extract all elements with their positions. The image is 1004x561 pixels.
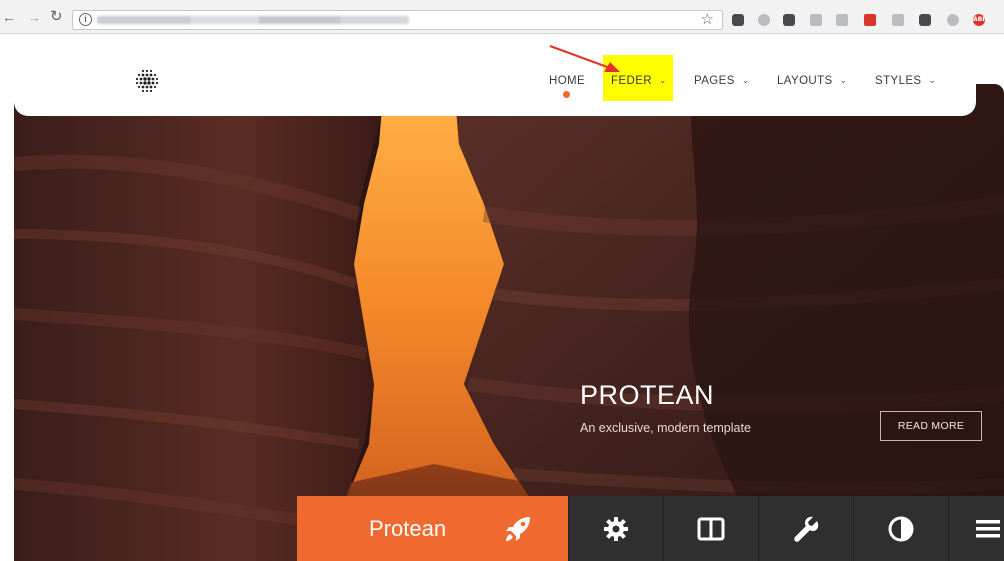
menu-button[interactable]	[948, 496, 1004, 561]
nav-item-layouts[interactable]: LAYOUTS ⌄	[777, 75, 848, 87]
adblock-plus-icon[interactable]: ABP	[973, 14, 987, 26]
hero-section: PROTEAN An exclusive, modern template RE…	[14, 84, 1004, 561]
wrench-icon	[794, 516, 819, 542]
layout-button[interactable]	[663, 496, 758, 561]
extension-icon[interactable]	[892, 14, 904, 26]
contrast-button[interactable]	[853, 496, 948, 561]
extension-icon[interactable]	[864, 14, 876, 26]
contrast-icon	[888, 516, 914, 541]
blurred-url	[97, 16, 409, 24]
extension-icon[interactable]	[919, 14, 931, 26]
menu-icon	[976, 519, 1000, 537]
info-icon[interactable]: i	[79, 13, 92, 26]
canyon-image	[14, 84, 1004, 561]
nav-item-styles[interactable]: STYLES ⌄	[875, 75, 936, 87]
chevron-down-icon: ⌄	[839, 75, 848, 85]
hero-subtitle: An exclusive, modern template	[580, 421, 751, 435]
rocket-icon	[506, 517, 530, 541]
forward-arrow-icon[interactable]: →	[27, 9, 41, 25]
browser-toolbar: ← → ↻ i ☆ ABP	[0, 0, 1004, 34]
nav-item-label: LAYOUTS	[777, 75, 833, 87]
reload-icon[interactable]: ↻	[50, 9, 63, 25]
nav-item-label: PAGES	[694, 75, 735, 87]
extension-icon[interactable]	[810, 14, 822, 26]
back-arrow-icon[interactable]: ←	[2, 9, 16, 25]
extension-icon[interactable]	[947, 14, 959, 26]
chevron-down-icon: ⌄	[741, 75, 750, 85]
address-bar[interactable]: i ☆	[72, 10, 723, 30]
extension-icon[interactable]	[836, 14, 848, 26]
site-header: HOME FEDER ⌄ PAGES ⌄ LAYOUTS ⌄ STYLES ⌄	[14, 40, 976, 116]
tools-button[interactable]	[758, 496, 853, 561]
hero-title: PROTEAN	[580, 380, 715, 410]
chevron-down-icon: ⌄	[928, 75, 937, 85]
brand-button[interactable]: Protean	[297, 496, 568, 561]
chevron-down-icon: ⌄	[658, 75, 667, 85]
pocket-icon[interactable]	[732, 14, 744, 26]
star-icon[interactable]: ☆	[701, 11, 714, 29]
columns-icon	[697, 517, 725, 540]
active-indicator	[563, 91, 570, 98]
gear-icon	[604, 516, 628, 541]
dot-grid-logo-icon[interactable]	[134, 68, 160, 94]
annotation-arrow-icon	[549, 45, 620, 72]
nav-item-label: STYLES	[875, 75, 922, 87]
settings-button[interactable]	[568, 496, 663, 561]
extension-icon[interactable]	[783, 14, 795, 26]
extension-icon[interactable]	[758, 14, 770, 26]
brand-name: Protean	[369, 516, 447, 541]
read-more-button[interactable]: READ MORE	[880, 411, 982, 441]
template-toolbar: Protean	[297, 496, 1004, 561]
nav-item-pages[interactable]: PAGES ⌄	[694, 75, 750, 87]
